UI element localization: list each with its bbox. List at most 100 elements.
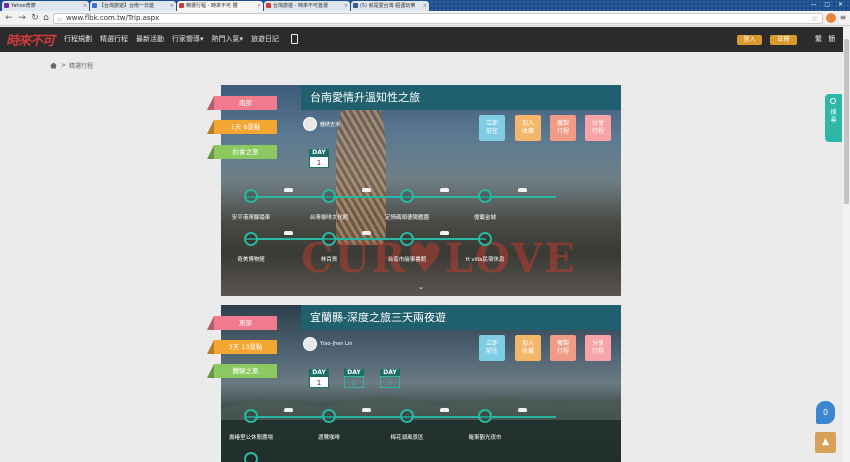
duration-tag[interactable]: 3天 13景點 <box>214 340 277 354</box>
region-tag[interactable]: 東部 <box>214 316 277 330</box>
theme-tag[interactable]: 體驗之旅 <box>214 364 277 378</box>
browser-tab-label: (5) 就是愛台灣 超遇玩樂 <box>360 3 416 9</box>
day-tab-1[interactable]: DAY 1 <box>309 149 329 169</box>
nav-item-featured-trips[interactable]: 精選行程 <box>100 27 128 52</box>
copy-trip-button[interactable]: 複製 行程 <box>550 115 576 141</box>
stop-label[interactable]: 梅花湖風景區 <box>390 433 423 441</box>
car-icon <box>440 188 449 192</box>
route-stop[interactable] <box>478 232 492 246</box>
theme-tag[interactable]: 約會之旅 <box>214 145 277 159</box>
close-tab-icon[interactable]: × <box>344 1 348 11</box>
copy-trip-button[interactable]: 複製 行程 <box>550 335 576 361</box>
nav-item-travel-diary[interactable]: 旅遊日記 <box>251 27 279 52</box>
go-now-button[interactable]: 立即 前往 <box>479 335 505 361</box>
page-scrollbar[interactable] <box>843 27 850 462</box>
back-arrow-icon[interactable]: ← <box>4 13 14 23</box>
home-icon[interactable] <box>50 62 57 69</box>
nav-item-latest-events[interactable]: 最新活動 <box>136 27 164 52</box>
share-trip-button[interactable]: 分享 行程 <box>585 115 611 141</box>
nav-item-popular[interactable]: 熱門入氣▾ <box>212 27 244 52</box>
nav-item-trip-planning[interactable]: 行程規劃 <box>64 27 92 52</box>
route-stop[interactable] <box>244 452 258 462</box>
route-stop[interactable] <box>244 189 258 203</box>
day-label: DAY <box>344 369 364 376</box>
route-stop[interactable] <box>322 409 336 423</box>
close-tab-icon[interactable]: × <box>83 1 87 11</box>
stop-label[interactable]: 定情碼頭德陽艦園 <box>385 213 429 221</box>
route-stop[interactable] <box>244 232 258 246</box>
stop-label[interactable]: H villa民宿休息 <box>465 255 504 263</box>
share-trip-button[interactable]: 分享 行程 <box>585 335 611 361</box>
car-icon <box>362 408 371 412</box>
stop-label[interactable]: 渡鷺咖啡 <box>318 433 340 441</box>
stop-label[interactable]: 安平港灣腳踏車 <box>232 213 271 221</box>
side-search-button[interactable]: 搜尋 <box>825 94 842 142</box>
browser-tab-1[interactable]: Yahoo奇摩 × <box>2 1 89 11</box>
trip-title[interactable]: 宜蘭縣-深度之旅三天兩夜遊 <box>301 305 621 330</box>
day-tab-3[interactable]: DAY 3 <box>380 369 400 389</box>
go-now-button[interactable]: 立即 前往 <box>479 115 505 141</box>
car-icon <box>362 188 371 192</box>
route-stop[interactable] <box>322 189 336 203</box>
site-logo[interactable]: 時來不可 <box>6 30 55 49</box>
back-to-top-button[interactable]: ▲ <box>815 432 836 453</box>
page-icon: ▭ <box>57 16 63 23</box>
nav-item-expert-guides[interactable]: 行家嚮導▾ <box>172 27 204 52</box>
add-favorite-button[interactable]: 加入 收藏 <box>515 335 541 361</box>
search-icon <box>830 98 836 104</box>
bookmark-star-icon[interactable]: ☆ <box>811 14 818 23</box>
stop-label[interactable]: 壽椿里公休閒農場 <box>229 433 273 441</box>
route-stop[interactable] <box>244 409 258 423</box>
chat-bubble-button[interactable]: 0 <box>816 401 835 424</box>
window-controls[interactable]: — ▢ ✕ <box>810 0 846 10</box>
stop-label[interactable]: 林百貨 <box>321 255 338 263</box>
stop-label[interactable]: 台南市繪事書館 <box>388 255 427 263</box>
home-button-icon[interactable]: ⌂ <box>41 13 51 23</box>
close-tab-icon[interactable]: × <box>257 1 261 11</box>
car-icon <box>440 408 449 412</box>
photo-lettering-art: CUR♥LOVE <box>301 235 577 282</box>
route-stop[interactable] <box>478 189 492 203</box>
reload-icon[interactable]: ↻ <box>30 13 40 23</box>
scrollbar-thumb[interactable] <box>844 39 849 204</box>
photo-water-shape <box>221 420 621 462</box>
stop-label[interactable]: 億載金城 <box>474 213 496 221</box>
browser-tab-2[interactable]: 【台灣旅遊】台南一日遊 × <box>90 1 176 11</box>
stop-label[interactable]: 奇美博物館 <box>237 255 265 263</box>
chevron-down-icon[interactable]: ⌄ <box>418 283 424 291</box>
document-icon[interactable] <box>291 34 298 44</box>
car-icon <box>440 231 449 235</box>
browser-tab-5[interactable]: (5) 就是愛台灣 超遇玩樂 × <box>351 1 429 11</box>
trip-card[interactable]: CUR♥LOVE 台南愛情升溫知性之旅 鍾綉吉米 立即 前往 加入 收藏 複製 行程 … <box>221 85 621 296</box>
browser-tab-3[interactable]: 精選行程 - 時來不可 攫 × <box>177 1 263 11</box>
duration-tag[interactable]: 1天 8景點 <box>214 120 277 134</box>
route-stop[interactable] <box>400 232 414 246</box>
breadcrumb: > 精選行程 <box>50 61 93 70</box>
close-tab-icon[interactable]: × <box>423 1 427 11</box>
menu-icon[interactable]: ≡ <box>838 13 848 23</box>
route-stop[interactable] <box>400 189 414 203</box>
stop-label[interactable]: 台灣咖啡文化館 <box>310 213 349 221</box>
route-stop[interactable] <box>400 409 414 423</box>
address-bar[interactable]: ▭ www.flbk.com.tw/Trip.aspx ☆ <box>53 13 823 24</box>
day-tab-1[interactable]: DAY 1 <box>309 369 329 389</box>
add-favorite-button[interactable]: 加入 收藏 <box>515 115 541 141</box>
forward-arrow-icon[interactable]: → <box>17 13 27 23</box>
day-tab-2[interactable]: DAY 2 <box>344 369 364 389</box>
trip-card[interactable]: 宜蘭縣-深度之旅三天兩夜遊 Yiao-Jhen Lin 立即 前往 加入 收藏 複製… <box>221 305 621 462</box>
language-switch[interactable]: 繁 簡 <box>815 27 837 52</box>
login-button[interactable]: 登入 <box>737 35 762 45</box>
route-stop[interactable] <box>478 409 492 423</box>
route-stop[interactable] <box>322 232 336 246</box>
close-tab-icon[interactable]: × <box>170 1 174 11</box>
region-tag[interactable]: 南部 <box>214 96 277 110</box>
day-number: 1 <box>309 156 329 168</box>
extension-icon[interactable] <box>826 13 836 23</box>
author-avatar <box>303 117 317 131</box>
car-icon <box>518 188 527 192</box>
register-button[interactable]: 註冊 <box>770 35 797 45</box>
stop-label[interactable]: 羅東觀光夜市 <box>468 433 501 441</box>
trip-title[interactable]: 台南愛情升溫知性之旅 <box>301 85 621 110</box>
browser-tab-4[interactable]: 台灣旅遊 - 時來不可首選 × <box>264 1 350 11</box>
browser-tab-bar: Yahoo奇摩 × 【台灣旅遊】台南一日遊 × 精選行程 - 時來不可 攫 × … <box>0 0 850 11</box>
